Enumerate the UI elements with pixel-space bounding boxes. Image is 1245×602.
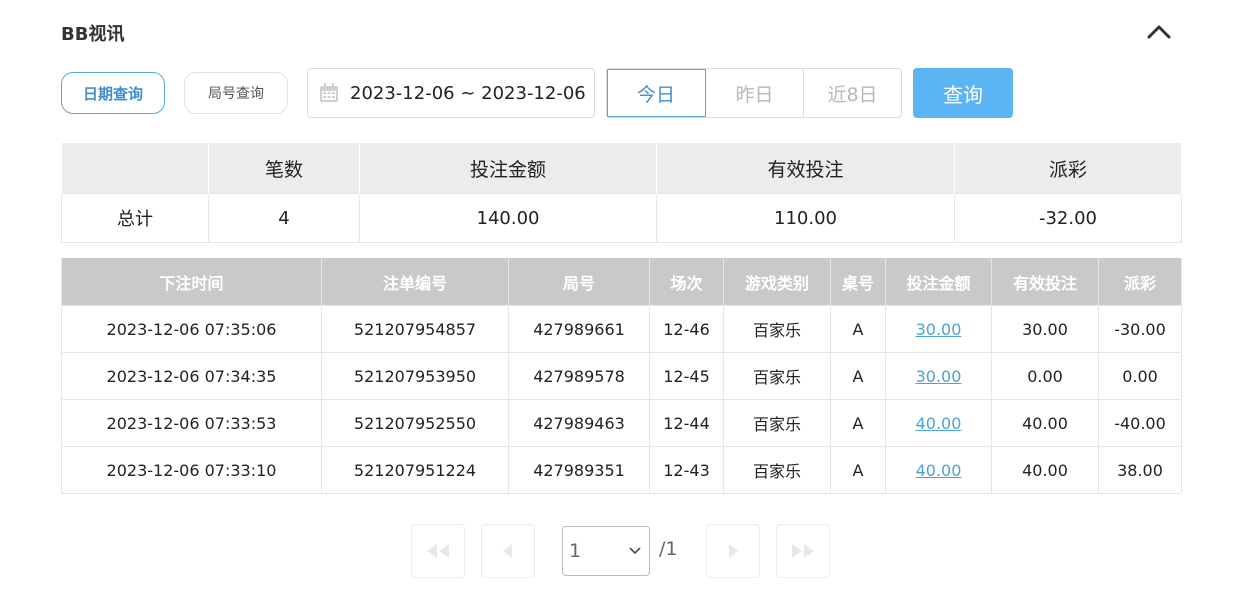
cell-game-type: 百家乐 [723,446,831,494]
summary-header-blank [61,143,209,194]
collapse-button[interactable] [1146,20,1172,42]
double-chevron-right-icon [792,544,814,558]
cell-table-no: A [830,352,886,400]
last-page-button[interactable] [776,524,830,578]
summary-header-row: 笔数 投注金额 有效投注 派彩 [61,143,1182,194]
cell-bet-time: 2023-12-06 07:33:53 [61,399,322,447]
cell-round-id: 427989351 [508,446,650,494]
cell-payout: 38.00 [1098,446,1182,494]
bet-detail-table: 下注时间 注单编号 局号 场次 游戏类别 桌号 投注金额 有效投注 派彩 202… [61,258,1182,494]
cell-valid-bet: 40.00 [991,446,1099,494]
double-chevron-left-icon [427,544,449,558]
date-range-input[interactable]: 2023-12-06 ~ 2023-12-06 [307,68,595,118]
cell-bet-id: 521207951224 [321,446,509,494]
range-yesterday-button[interactable]: 昨日 [706,69,804,117]
header-table-no: 桌号 [830,258,886,306]
page-select[interactable]: 1 [562,526,650,576]
date-query-button[interactable]: 日期查询 [61,72,165,114]
cell-round-id: 427989661 [508,305,650,353]
cell-session: 12-44 [649,399,724,447]
quick-range-group: 今日 昨日 近8日 [606,68,902,118]
calendar-icon [320,83,338,102]
header-bet-amount: 投注金额 [885,258,992,306]
cell-bet-amount: 30.00 [885,352,992,400]
header-bet-id: 注单编号 [321,258,509,306]
header-session: 场次 [649,258,724,306]
bet-amount-link[interactable]: 40.00 [916,461,962,480]
chevron-down-icon [629,547,641,555]
cell-bet-time: 2023-12-06 07:33:10 [61,446,322,494]
chevron-up-icon [1147,25,1171,39]
cell-game-type: 百家乐 [723,352,831,400]
summary-total-payout: -32.00 [954,193,1182,243]
cell-payout: -30.00 [1098,305,1182,353]
cell-bet-time: 2023-12-06 07:34:35 [61,352,322,400]
table-row: 2023-12-06 07:33:53 521207952550 4279894… [61,399,1182,447]
total-pages: /1 [659,538,678,560]
bet-amount-link[interactable]: 30.00 [916,367,962,386]
cell-valid-bet: 40.00 [991,399,1099,447]
header-game-type: 游戏类别 [723,258,831,306]
prev-page-button[interactable] [481,524,535,578]
bet-amount-link[interactable]: 30.00 [916,320,962,339]
cell-round-id: 427989463 [508,399,650,447]
range-last8days-button[interactable]: 近8日 [804,69,901,117]
chevron-left-icon [503,544,512,558]
chevron-right-icon [729,544,738,558]
cell-bet-amount: 40.00 [885,446,992,494]
cell-table-no: A [830,305,886,353]
cell-game-type: 百家乐 [723,399,831,447]
page-select-value: 1 [569,540,582,562]
cell-session: 12-46 [649,305,724,353]
header-round-id: 局号 [508,258,650,306]
cell-bet-id: 521207954857 [321,305,509,353]
cell-table-no: A [830,399,886,447]
cell-session: 12-45 [649,352,724,400]
summary-table: 笔数 投注金额 有效投注 派彩 总计 4 140.00 110.00 -32.0… [61,143,1182,243]
summary-total-count: 4 [208,193,360,243]
summary-total-bet-amount: 140.00 [359,193,657,243]
detail-header-row: 下注时间 注单编号 局号 场次 游戏类别 桌号 投注金额 有效投注 派彩 [61,258,1182,306]
table-row: 2023-12-06 07:35:06 521207954857 4279896… [61,305,1182,353]
summary-header-bet-amount: 投注金额 [359,143,657,194]
cell-valid-bet: 0.00 [991,352,1099,400]
summary-total-valid-bet: 110.00 [656,193,955,243]
summary-header-count: 笔数 [208,143,360,194]
range-today-button[interactable]: 今日 [607,69,706,117]
cell-bet-id: 521207953950 [321,352,509,400]
cell-bet-amount: 30.00 [885,305,992,353]
bet-amount-link[interactable]: 40.00 [916,414,962,433]
header-valid-bet: 有效投注 [991,258,1099,306]
cell-bet-time: 2023-12-06 07:35:06 [61,305,322,353]
summary-header-payout: 派彩 [954,143,1182,194]
date-range-value: 2023-12-06 ~ 2023-12-06 [350,82,586,104]
cell-payout: -40.00 [1098,399,1182,447]
cell-bet-id: 521207952550 [321,399,509,447]
summary-total-label: 总计 [61,193,209,243]
cell-valid-bet: 30.00 [991,305,1099,353]
summary-total-row: 总计 4 140.00 110.00 -32.00 [61,193,1182,243]
first-page-button[interactable] [411,524,465,578]
header-bet-time: 下注时间 [61,258,322,306]
cell-round-id: 427989578 [508,352,650,400]
cell-game-type: 百家乐 [723,305,831,353]
header-payout: 派彩 [1098,258,1182,306]
search-button[interactable]: 查询 [913,68,1013,118]
summary-header-valid-bet: 有效投注 [656,143,955,194]
next-page-button[interactable] [706,524,760,578]
table-row: 2023-12-06 07:33:10 521207951224 4279893… [61,446,1182,494]
cell-payout: 0.00 [1098,352,1182,400]
page-title: BB视讯 [61,24,125,45]
cell-bet-amount: 40.00 [885,399,992,447]
cell-session: 12-43 [649,446,724,494]
table-row: 2023-12-06 07:34:35 521207953950 4279895… [61,352,1182,400]
cell-table-no: A [830,446,886,494]
round-query-button[interactable]: 局号查询 [184,72,288,114]
